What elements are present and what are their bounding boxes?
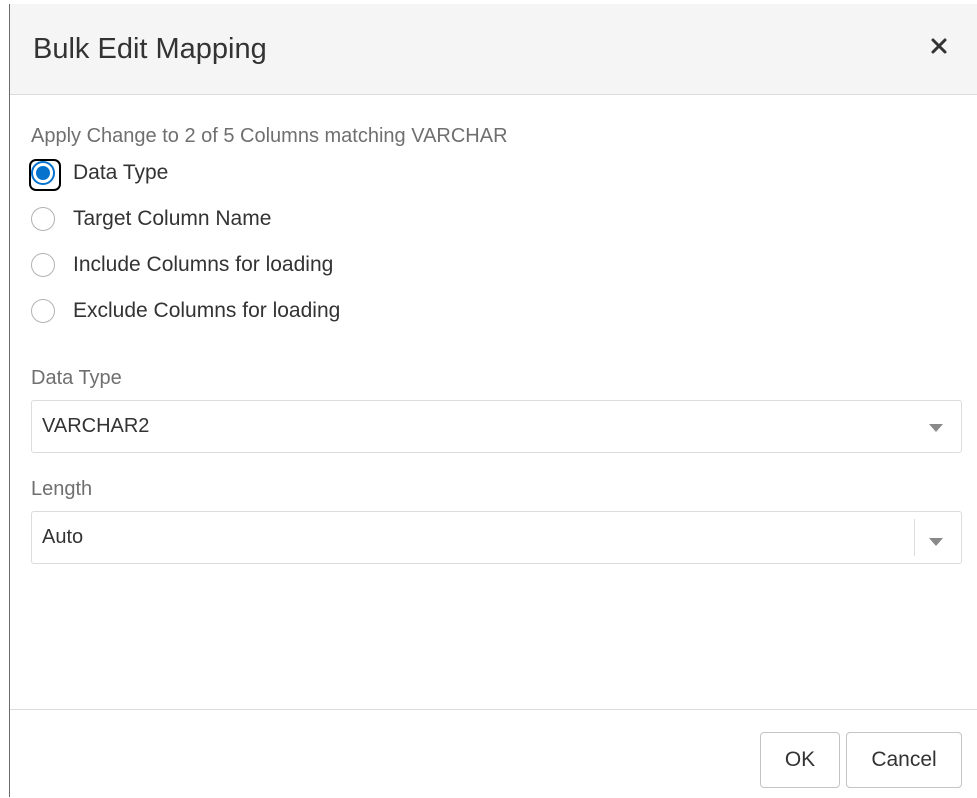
data-type-select[interactable]: VARCHAR2 xyxy=(31,400,962,453)
select-divider xyxy=(914,519,915,556)
radio-button[interactable] xyxy=(31,253,55,277)
radio-data-type[interactable]: Data Type xyxy=(29,158,340,191)
bulk-edit-dialog: Bulk Edit Mapping Apply Change to 2 of 5… xyxy=(9,4,977,798)
radio-include-columns[interactable]: Include Columns for loading xyxy=(31,250,340,280)
apply-change-text: Apply Change to 2 of 5 Columns matching … xyxy=(31,125,508,147)
radio-label: Exclude Columns for loading xyxy=(73,299,341,322)
change-type-radio-group: Data Type Target Column Name Include Col… xyxy=(29,158,340,342)
ok-button[interactable]: OK xyxy=(760,732,840,788)
data-type-value: VARCHAR2 xyxy=(42,415,150,437)
length-label: Length xyxy=(31,478,93,500)
length-value: Auto xyxy=(42,526,84,548)
radio-target-column-name[interactable]: Target Column Name xyxy=(31,204,340,234)
length-select[interactable]: Auto xyxy=(31,511,962,564)
chevron-down-icon[interactable] xyxy=(929,538,943,546)
radio-label: Data Type xyxy=(73,161,169,184)
cancel-button[interactable]: Cancel xyxy=(846,732,962,788)
dialog-footer: OK Cancel xyxy=(10,709,977,798)
close-icon[interactable] xyxy=(927,34,951,58)
radio-exclude-columns[interactable]: Exclude Columns for loading xyxy=(31,296,340,326)
chevron-down-icon[interactable] xyxy=(929,424,943,432)
data-type-label: Data Type xyxy=(31,367,122,389)
radio-button[interactable] xyxy=(31,299,55,323)
dialog-header: Bulk Edit Mapping xyxy=(10,4,977,95)
radio-label: Target Column Name xyxy=(73,207,272,230)
radio-label: Include Columns for loading xyxy=(73,253,334,276)
radio-button[interactable] xyxy=(31,207,55,231)
dialog-title: Bulk Edit Mapping xyxy=(33,33,267,65)
radio-button-selected[interactable] xyxy=(29,159,61,191)
